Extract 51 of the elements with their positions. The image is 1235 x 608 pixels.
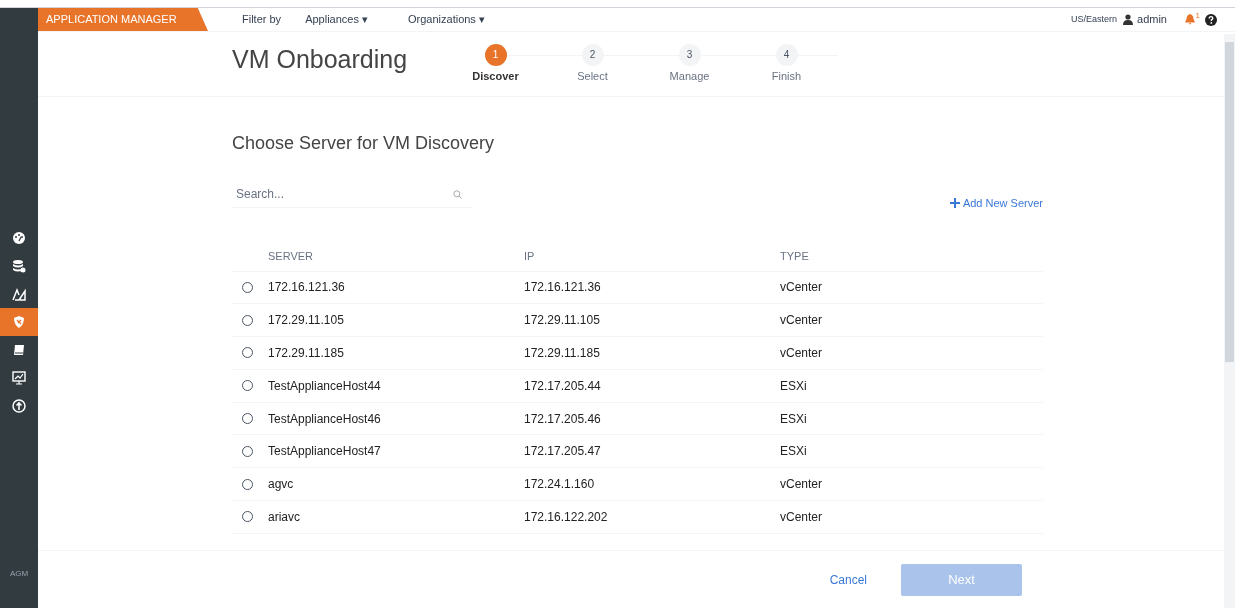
table-cell-text: ESXi <box>780 377 808 395</box>
table-cell-text: TestApplianceHost47 <box>268 443 382 461</box>
search-icon <box>453 190 462 199</box>
timezone-label: US/Eastern <box>1071 12 1118 26</box>
table-cell-text: 172.17.205.47 <box>524 443 602 461</box>
help-icon[interactable] <box>1205 13 1217 26</box>
database-icon <box>12 259 26 273</box>
page-title: VM Onboarding <box>232 44 409 76</box>
table-cell-text: ariavc <box>268 508 301 526</box>
table-cell-text: agvc <box>268 476 295 494</box>
book-icon <box>12 343 26 357</box>
user-icon <box>1123 14 1134 25</box>
table-cell-text: 172.29.11.105 <box>524 312 601 330</box>
table-cell-text: vCenter <box>780 312 824 330</box>
shield-icon <box>12 315 26 329</box>
table-cell-text: 172.16.121.36 <box>268 279 346 297</box>
plus-icon <box>949 198 960 209</box>
table-cell-text: vCenter <box>780 279 824 297</box>
gauge-icon <box>12 231 26 245</box>
add-server-link[interactable]: Add New Server <box>949 195 1043 212</box>
section-title: Choose Server for VM Discovery <box>232 132 496 155</box>
chart-icon <box>12 287 26 301</box>
table-cell-text: ESXi <box>780 443 808 461</box>
table-cell-text: 172.24.1.160 <box>524 476 596 494</box>
search-field[interactable]: Search... <box>232 181 472 208</box>
cancel-button[interactable]: Cancel <box>829 570 867 589</box>
filter-label: Filter by <box>242 12 282 28</box>
app-short-name: AGM <box>8 568 30 580</box>
table-cell-text: 172.16.122.202 <box>524 508 609 526</box>
monitor-icon <box>12 371 26 385</box>
bell-icon <box>1185 14 1195 25</box>
table-cell-text: 172.29.11.185 <box>524 345 601 362</box>
filter-dropdown[interactable]: Appliances ▾ <box>305 11 368 28</box>
table-cell-text: 172.16.121.36 <box>524 279 602 297</box>
column-header: SERVER <box>268 248 315 264</box>
up-arrow-circle-icon <box>12 399 26 413</box>
table-cell-text: vCenter <box>780 476 824 494</box>
table-cell-text: 172.29.11.105 <box>268 312 345 330</box>
filter-dropdown[interactable]: Organizations ▾ <box>408 11 485 28</box>
table-cell-text: vCenter <box>780 345 824 362</box>
column-header: IP <box>524 248 536 264</box>
notification-count: 1 <box>1195 10 1200 22</box>
table-cell-text: TestApplianceHost44 <box>268 377 382 395</box>
table-cell-text: vCenter <box>780 508 824 526</box>
table-cell-text: 172.29.11.185 <box>268 345 345 362</box>
user-menu[interactable]: admin <box>1137 11 1167 28</box>
table-cell-text: TestApplianceHost46 <box>268 410 382 428</box>
table-cell-text: 172.17.205.44 <box>524 377 602 395</box>
column-header: TYPE <box>780 248 810 264</box>
table-cell-text: ESXi <box>780 410 808 428</box>
table-cell-text: 172.17.205.46 <box>524 410 602 428</box>
